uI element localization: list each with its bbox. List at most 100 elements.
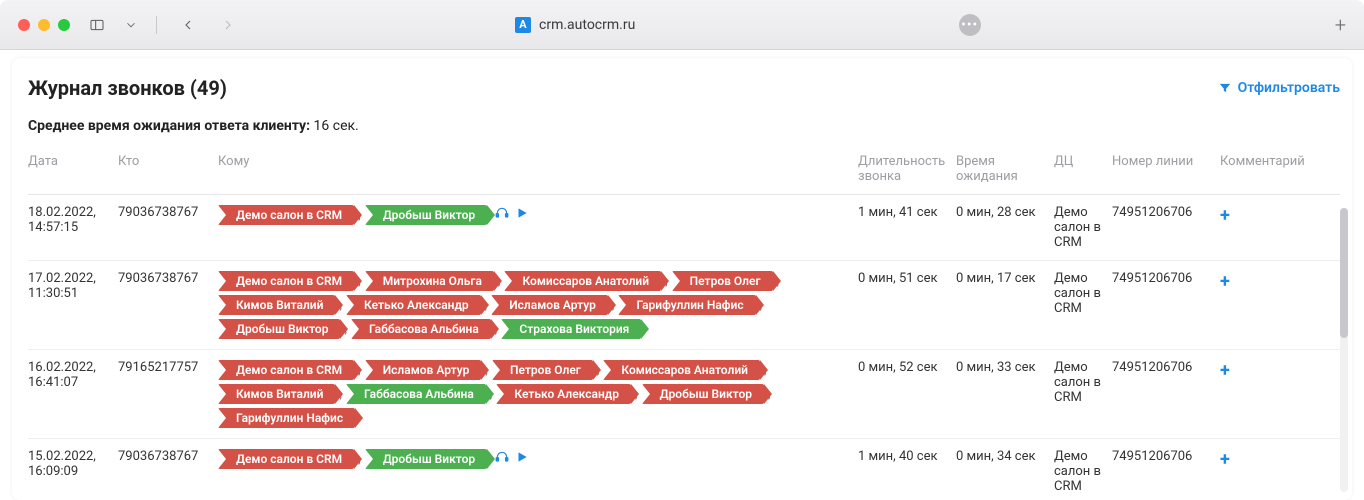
route-chip[interactable]: Петров Олег xyxy=(672,271,773,291)
scrollbar-thumb[interactable] xyxy=(1340,208,1348,338)
add-comment-button[interactable]: + xyxy=(1220,271,1230,292)
table-row: 16.02.2022, 16:41:07 79165217757 Демо са… xyxy=(28,350,1340,439)
route-chip[interactable]: Кетько Александр xyxy=(346,295,481,315)
cell-comment: + xyxy=(1220,350,1324,439)
cell-date: 18.02.2022, 14:57:15 xyxy=(28,195,118,261)
cell-to: Демо салон в CRM,Митрохина Ольга,Комисса… xyxy=(218,261,858,350)
cell-wait: 0 мин, 33 сек xyxy=(956,350,1054,439)
cell-dc: Демо салон в CRM xyxy=(1054,439,1112,500)
maximize-window-icon[interactable] xyxy=(58,19,70,31)
new-tab-icon[interactable]: + xyxy=(1335,13,1346,37)
route-chip[interactable]: Габбасова Альбина xyxy=(346,384,486,404)
route-chip[interactable]: Дробыш Виктор xyxy=(642,384,764,404)
avg-wait-value: 16 сек. xyxy=(314,118,359,134)
route-chip[interactable]: Комиссаров Анатолий xyxy=(603,360,760,380)
cell-line: 74951206706 xyxy=(1112,439,1220,500)
route-chip[interactable]: Габбасова Альбина xyxy=(351,319,491,339)
add-comment-button[interactable]: + xyxy=(1220,449,1230,470)
cell-comment: + xyxy=(1220,261,1324,350)
route-chip[interactable]: Петров Олег xyxy=(492,360,593,380)
cell-who: 79036738767 xyxy=(118,439,218,500)
avg-wait-row: Среднее время ожидания ответа клиенту: 1… xyxy=(28,118,1340,134)
add-comment-button[interactable]: + xyxy=(1220,205,1230,226)
play-icon[interactable] xyxy=(515,450,529,468)
cell-dc: Демо салон в CRM xyxy=(1054,350,1112,439)
add-comment-button[interactable]: + xyxy=(1220,360,1230,381)
cell-duration: 1 мин, 41 сек xyxy=(858,195,956,261)
cell-to: Демо салон в CRM,Дробыш Виктор xyxy=(218,439,858,500)
col-date[interactable]: Дата xyxy=(28,148,118,195)
table-row: 17.02.2022, 11:30:51 79036738767 Демо са… xyxy=(28,261,1340,350)
cell-comment: + xyxy=(1220,439,1324,500)
window-controls xyxy=(18,19,70,31)
table-row: 18.02.2022, 14:57:15 79036738767 Демо са… xyxy=(28,195,1340,261)
site-favicon-icon: A xyxy=(515,17,531,33)
cell-line: 74951206706 xyxy=(1112,195,1220,261)
play-icon[interactable] xyxy=(515,206,529,224)
route-chip[interactable]: Гарифуллин Нафис xyxy=(618,295,755,315)
call-log-panel: Журнал звонков (49) Отфильтровать Средне… xyxy=(12,58,1352,500)
route-chip[interactable]: Демо салон в CRM xyxy=(218,360,354,380)
cell-who: 79036738767 xyxy=(118,195,218,261)
sidebar-toggle-icon[interactable] xyxy=(84,14,110,36)
col-wait[interactable]: Время ожидания xyxy=(956,148,1054,195)
cell-duration: 1 мин, 40 сек xyxy=(858,439,956,500)
cell-wait: 0 мин, 28 сек xyxy=(956,195,1054,261)
cell-dc: Демо салон в CRM xyxy=(1054,195,1112,261)
route-chip[interactable]: Митрохина Ольга xyxy=(365,271,494,291)
route-chip[interactable]: Демо салон в CRM xyxy=(218,271,354,291)
table-row: 15.02.2022, 16:09:09 79036738767 Демо са… xyxy=(28,439,1340,500)
col-comment[interactable]: Комментарий xyxy=(1220,148,1324,195)
chevron-down-icon[interactable] xyxy=(124,14,138,36)
route-chip[interactable]: Исламов Артур xyxy=(491,295,608,315)
chrome-separator xyxy=(156,16,157,34)
cell-to: Демо салон в CRM,Исламов Артур,Петров Ол… xyxy=(218,350,858,439)
minimize-window-icon[interactable] xyxy=(38,19,50,31)
cell-dc: Демо салон в CRM xyxy=(1054,261,1112,350)
call-log-table: Дата Кто Кому Длительность звонка Время … xyxy=(28,148,1340,500)
route-chip[interactable]: Дробыш Виктор xyxy=(218,319,340,339)
cell-date: 17.02.2022, 11:30:51 xyxy=(28,261,118,350)
forward-icon[interactable] xyxy=(215,14,241,36)
col-to[interactable]: Кому xyxy=(218,148,858,195)
col-who[interactable]: Кто xyxy=(118,148,218,195)
cell-comment: + xyxy=(1220,195,1324,261)
filter-icon xyxy=(1218,81,1232,95)
cell-date: 15.02.2022, 16:09:09 xyxy=(28,439,118,500)
url-text: crm.autocrm.ru xyxy=(539,17,635,33)
cell-line: 74951206706 xyxy=(1112,261,1220,350)
cell-to: Демо салон в CRM,Дробыш Виктор xyxy=(218,195,858,261)
filter-label: Отфильтровать xyxy=(1238,80,1340,96)
cell-who: 79165217757 xyxy=(118,350,218,439)
route-chip[interactable]: Демо салон в CRM xyxy=(218,449,354,469)
cell-wait: 0 мин, 34 сек xyxy=(956,439,1054,500)
route-chip[interactable]: Кимов Виталий xyxy=(218,295,335,315)
col-duration[interactable]: Длительность звонка xyxy=(858,148,956,195)
route-chip[interactable]: Исламов Артур xyxy=(365,360,482,380)
route-chip[interactable]: Гарифуллин Нафис xyxy=(218,408,355,428)
route-chip[interactable]: Комиссаров Анатолий xyxy=(504,271,661,291)
cell-date: 16.02.2022, 16:41:07 xyxy=(28,350,118,439)
col-line[interactable]: Номер линии xyxy=(1112,148,1220,195)
route-chip[interactable]: Кимов Виталий xyxy=(218,384,335,404)
page-title: Журнал звонков (49) xyxy=(28,76,227,100)
cell-wait: 0 мин, 17 сек xyxy=(956,261,1054,350)
col-dc[interactable]: ДЦ xyxy=(1054,148,1112,195)
route-chip[interactable]: Дробыш Виктор xyxy=(365,205,487,225)
headset-icon[interactable] xyxy=(495,450,509,468)
route-chip[interactable]: Дробыш Виктор xyxy=(365,449,487,469)
cell-duration: 0 мин, 52 сек xyxy=(858,350,956,439)
scrollbar[interactable] xyxy=(1340,208,1348,492)
filter-button[interactable]: Отфильтровать xyxy=(1218,80,1340,96)
cell-who: 79036738767 xyxy=(118,261,218,350)
browser-chrome: A crm.autocrm.ru ••• + xyxy=(0,0,1364,50)
headset-icon[interactable] xyxy=(495,206,509,224)
route-chip[interactable]: Демо салон в CRM xyxy=(218,205,354,225)
address-bar[interactable]: A crm.autocrm.ru xyxy=(515,17,635,33)
cell-duration: 0 мин, 51 сек xyxy=(858,261,956,350)
close-window-icon[interactable] xyxy=(18,19,30,31)
back-icon[interactable] xyxy=(175,14,201,36)
reader-mode-icon[interactable]: ••• xyxy=(959,14,981,36)
route-chip[interactable]: Страхова Виктория xyxy=(501,319,641,339)
route-chip[interactable]: Кетько Александр xyxy=(496,384,631,404)
